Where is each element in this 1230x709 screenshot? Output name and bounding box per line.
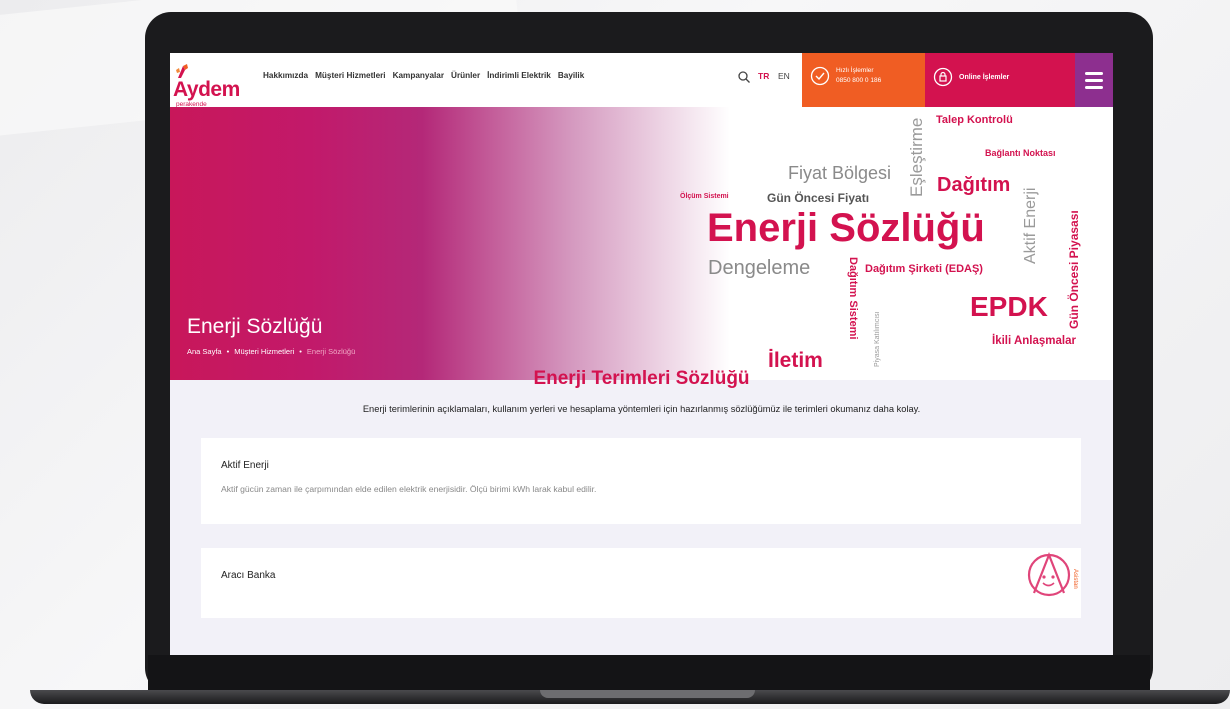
term-title: Aracı Banka bbox=[221, 570, 276, 581]
assistant-mascot-icon: Asistan bbox=[1023, 548, 1081, 606]
cloud-dagitim-sistemi: Dağıtım Sistemi bbox=[847, 257, 859, 340]
term-card[interactable]: Aktif Enerji Aktif gücün zaman ile çarpı… bbox=[201, 438, 1081, 524]
cloud-dagitim-sirketi: Dağıtım Şirketi (EDAŞ) bbox=[865, 263, 983, 275]
laptop-bezel bbox=[148, 655, 1150, 691]
cloud-dengeleme: Dengeleme bbox=[708, 257, 811, 279]
laptop-notch bbox=[540, 690, 755, 698]
menu-bar bbox=[1085, 72, 1103, 75]
logo-text: Aydem bbox=[173, 78, 240, 101]
breadcrumb: Ana Sayfa • Müşteri Hizmetleri • Enerji … bbox=[187, 347, 355, 356]
cloud-dagitim: Dağıtım bbox=[937, 174, 1011, 196]
cloud-epdk: EPDK bbox=[970, 291, 1048, 322]
nav-item-hakkimizda[interactable]: Hakkımızda bbox=[263, 71, 308, 80]
lang-tr[interactable]: TR bbox=[758, 71, 769, 81]
cloud-enerji-sozlugu: Enerji Sözlüğü bbox=[707, 206, 985, 250]
hamburger-menu-button[interactable] bbox=[1075, 53, 1113, 107]
term-title: Aktif Enerji bbox=[221, 460, 269, 471]
cloud-talep-kontrolu: Talep Kontrolü bbox=[936, 114, 1013, 126]
breadcrumb-current: Enerji Sözlüğü bbox=[306, 347, 356, 356]
check-circle-icon bbox=[810, 66, 830, 86]
quick-actions-button[interactable]: Hızlı İşlemler 0850 800 0 186 bbox=[802, 53, 925, 107]
search-icon[interactable] bbox=[737, 70, 751, 84]
online-actions-label: Online İşlemler bbox=[959, 74, 1010, 81]
cloud-eslestirme: Eşleştirme bbox=[907, 117, 926, 197]
cloud-ikili-anlasmalar: İkili Anlaşmalar bbox=[992, 335, 1076, 347]
cloud-olcum-sistemi: Ölçüm Sistemi bbox=[680, 193, 729, 200]
svg-text:Asistan: Asistan bbox=[1072, 569, 1078, 589]
term-card[interactable]: Aracı Banka bbox=[201, 548, 1081, 618]
section-subtitle: Enerji terimlerinin açıklamaları, kullan… bbox=[362, 404, 921, 414]
term-description: Aktif gücün zaman ile çarpımından elde e… bbox=[221, 484, 597, 494]
online-actions-button[interactable]: Online İşlemler bbox=[925, 53, 1075, 107]
nav-item-bayilik[interactable]: Bayilik bbox=[558, 71, 584, 80]
quick-actions-phone: 0850 800 0 186 bbox=[836, 77, 882, 84]
cloud-aktif-enerji: Aktif Enerji bbox=[1022, 187, 1039, 264]
main-nav: Hakkımızda Müşteri Hizmetleri Kampanyala… bbox=[263, 71, 584, 80]
lang-en[interactable]: EN bbox=[778, 71, 790, 81]
nav-item-indirimli-elektrik[interactable]: İndirimli Elektrik bbox=[487, 71, 551, 80]
cloud-gun-oncesi-piyasasi: Gün Öncesi Piyasası bbox=[1067, 210, 1081, 329]
browser-screen: Aydem perakende Hakkımızda Müşteri Hizme… bbox=[170, 53, 1113, 655]
cloud-baglanti-noktasi: Bağlantı Noktası bbox=[985, 148, 1056, 158]
breadcrumb-separator: • bbox=[226, 347, 230, 356]
nav-item-urunler[interactable]: Ürünler bbox=[451, 71, 480, 80]
nav-item-musteri-hizmetleri[interactable]: Müşteri Hizmetleri bbox=[315, 71, 386, 80]
quick-actions-label: Hızlı İşlemler bbox=[836, 67, 874, 74]
breadcrumb-home[interactable]: Ana Sayfa bbox=[187, 347, 222, 356]
menu-bar bbox=[1085, 79, 1103, 82]
aydem-logo[interactable]: Aydem perakende bbox=[173, 64, 253, 108]
assistant-mascot-button[interactable]: Asistan bbox=[1022, 547, 1082, 607]
hero-gradient bbox=[170, 107, 730, 380]
hero-banner: Enerji Sözlüğü Ana Sayfa • Müşteri Hizme… bbox=[170, 107, 1113, 380]
logo-mark-icon bbox=[176, 64, 188, 78]
breadcrumb-separator: • bbox=[299, 347, 302, 356]
lock-icon bbox=[933, 67, 953, 87]
nav-item-kampanyalar[interactable]: Kampanyalar bbox=[393, 71, 444, 80]
cloud-gun-oncesi-fiyati: Gün Öncesi Fiyatı bbox=[767, 191, 870, 205]
breadcrumb-musteri-hizmetleri[interactable]: Müşteri Hizmetleri bbox=[234, 347, 294, 356]
menu-bar bbox=[1085, 86, 1103, 89]
cloud-fiyat-bolgesi: Fiyat Bölgesi bbox=[788, 163, 892, 183]
cloud-piyasa-katilimcisi: Piyasa Katılımcısı bbox=[874, 311, 881, 367]
section-title: Enerji Terimleri Sözlüğü bbox=[533, 368, 750, 389]
page-title: Enerji Sözlüğü bbox=[187, 315, 323, 338]
site-header: Aydem perakende Hakkımızda Müşteri Hizme… bbox=[170, 53, 1113, 108]
